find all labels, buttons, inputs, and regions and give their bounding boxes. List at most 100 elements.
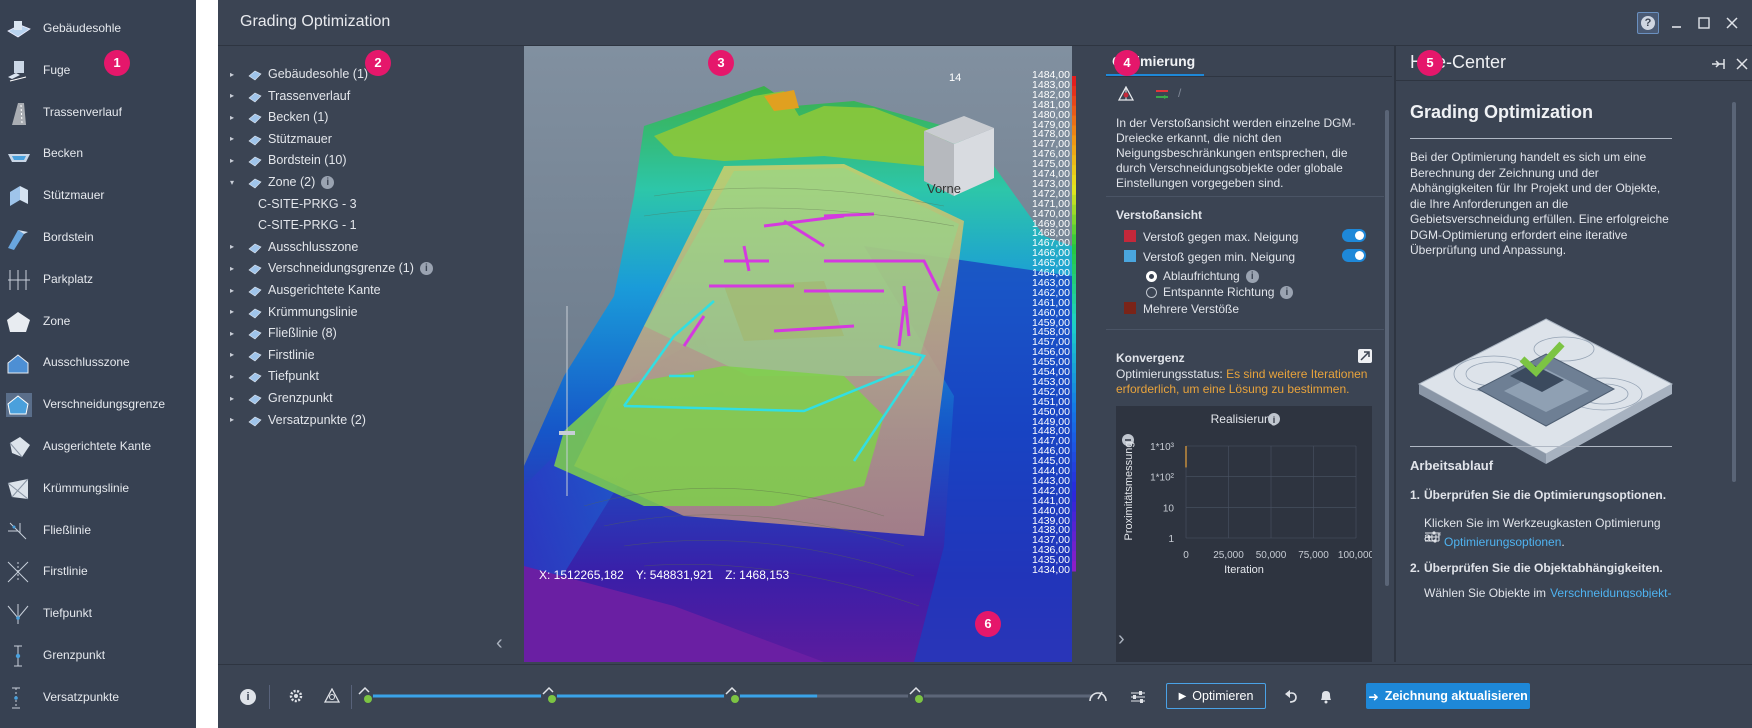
- violation-toggle[interactable]: [1342, 229, 1366, 242]
- info-icon[interactable]: i: [1245, 269, 1259, 283]
- toolbox-item-bordstein[interactable]: Bordstein: [0, 217, 196, 257]
- legend-color-band: [1072, 254, 1076, 265]
- toolbox-item-parkplatz[interactable]: Parkplatz: [0, 259, 196, 299]
- tree-item[interactable]: ▸ Trassenverlauf: [230, 85, 350, 107]
- toolbox-item-stützmauer[interactable]: Stützmauer: [0, 175, 196, 215]
- grading-illustration: [1417, 318, 1674, 464]
- expand-caret-icon[interactable]: ▸: [230, 113, 242, 122]
- legend-color-band: [1072, 145, 1076, 156]
- help-button[interactable]: ?: [1637, 12, 1659, 34]
- update-drawing-button[interactable]: ➜ Zeichnung aktualisieren: [1366, 683, 1530, 709]
- toolbox-item-becken[interactable]: Becken: [0, 133, 196, 173]
- expand-caret-icon[interactable]: ▸: [230, 415, 242, 424]
- expand-caret-icon[interactable]: ▸: [230, 156, 242, 165]
- 3d-viewport[interactable]: Vorne 14 X: 1512265,182 Y: 548831,921 Z:…: [524, 46, 1072, 662]
- expand-caret-icon[interactable]: ▸: [230, 329, 242, 338]
- minimize-button[interactable]: [1668, 14, 1686, 32]
- notification-bell-icon[interactable]: [1318, 688, 1334, 704]
- violation-toggle[interactable]: [1342, 249, 1366, 262]
- badge-1: 1: [104, 50, 130, 76]
- tree-item[interactable]: ▸ Gebäudesohle (1): [230, 63, 368, 85]
- expand-caret-icon[interactable]: ▸: [230, 286, 242, 295]
- coordinate-readout: X: 1512265,182 Y: 548831,921 Z: 1468,153: [539, 568, 789, 582]
- legend-color-band: [1072, 382, 1076, 394]
- tree-item[interactable]: ▸ Becken (1): [230, 106, 328, 128]
- panel-scrollbar[interactable]: [1385, 110, 1389, 586]
- tree-item[interactable]: ▾ Zone (2) i: [230, 171, 335, 193]
- violation-settings-icon[interactable]: [323, 687, 341, 704]
- toolbox-item-label: Trassenverlauf: [43, 104, 122, 119]
- tree-item[interactable]: ▸ Ausgerichtete Kante: [230, 279, 381, 301]
- tree-item[interactable]: ▸ Versatzpunkte (2): [230, 409, 366, 431]
- info-button-icon[interactable]: i: [240, 689, 256, 705]
- maximize-button[interactable]: [1695, 14, 1713, 32]
- options-icon: [1424, 530, 1442, 544]
- pin-panel-icon[interactable]: [1710, 56, 1726, 72]
- violation-view-icon[interactable]: [1117, 85, 1135, 102]
- tree-item-label: Ausschlusszone: [268, 239, 359, 254]
- tree-item[interactable]: ▸ Tiefpunkt: [230, 365, 319, 387]
- info-icon[interactable]: i: [1280, 285, 1294, 299]
- legend-color-band: [1072, 561, 1076, 572]
- toolbox-item-fließlinie[interactable]: Fließlinie: [0, 510, 196, 550]
- legend-color-band: [1072, 531, 1076, 542]
- toolbox-item-ausschlusszone[interactable]: Ausschlusszone: [0, 342, 196, 382]
- toolbox-item-firstlinie[interactable]: Firstlinie: [0, 551, 196, 591]
- toolbox-item-zone[interactable]: Zone: [0, 301, 196, 341]
- toolbox-item-krümmungslinie[interactable]: Krümmungslinie: [0, 468, 196, 508]
- toolbox-item-label: Versatzpunkte: [43, 689, 120, 704]
- toolbox-item-fuge[interactable]: Fuge: [0, 50, 196, 90]
- close-button[interactable]: [1723, 14, 1741, 32]
- expand-caret-icon[interactable]: ▸: [230, 394, 242, 403]
- tree-item[interactable]: ▸ Stützmauer: [230, 128, 332, 150]
- expand-caret-icon[interactable]: ▸: [230, 264, 242, 273]
- slope-arrows-icon[interactable]: [1154, 86, 1170, 102]
- toolbox-item-verschneidungsgrenze[interactable]: Verschneidungsgrenze: [0, 384, 196, 424]
- toolbox-item-grenzpunkt[interactable]: Grenzpunkt: [0, 635, 196, 675]
- expand-caret-icon[interactable]: ▸: [230, 372, 242, 381]
- tree-item[interactable]: ▸ Bordstein (10): [230, 149, 347, 171]
- optimization-options-link[interactable]: Optimierungsoptionen: [1444, 535, 1561, 549]
- workflow-heading: Arbeitsablauf: [1410, 458, 1494, 473]
- tree-item[interactable]: ▸ Ausschlusszone: [230, 236, 358, 258]
- info-icon[interactable]: i: [321, 175, 335, 189]
- expand-caret-icon[interactable]: ▸: [230, 70, 242, 79]
- tree-item[interactable]: ▸ Krümmungslinie: [230, 301, 358, 323]
- expand-chart-icon[interactable]: [1358, 349, 1372, 363]
- info-icon[interactable]: i: [419, 261, 433, 275]
- close-help-icon[interactable]: [1734, 56, 1750, 72]
- grading-object-link[interactable]: Verschneidungsobjekt-: [1550, 586, 1671, 598]
- toolbox-item-ausgerichtete-kante[interactable]: Ausgerichtete Kante: [0, 426, 196, 466]
- tree-item[interactable]: C-SITE-PRKG - 1: [230, 214, 357, 236]
- help-scrollbar[interactable]: [1732, 102, 1736, 482]
- legend-color-band: [1072, 551, 1076, 562]
- toolbox-item-versatzpunkte[interactable]: Versatzpunkte: [0, 677, 196, 717]
- expand-caret-icon[interactable]: ▾: [230, 178, 242, 187]
- tree-item[interactable]: ▸ Fließlinie (8): [230, 322, 337, 344]
- tree-item[interactable]: C-SITE-PRKG - 3: [230, 193, 357, 215]
- undo-icon[interactable]: [1283, 688, 1299, 704]
- tree-item[interactable]: ▸ Firstlinie: [230, 344, 315, 366]
- radio-relaxed-direction[interactable]: Entspannte Richtung i: [1146, 285, 1294, 299]
- expand-caret-icon[interactable]: ▸: [230, 134, 242, 143]
- toolbox-item-trassenverlauf[interactable]: Trassenverlauf: [0, 92, 196, 132]
- optimize-button[interactable]: ▶ Optimieren: [1166, 683, 1266, 709]
- tree-item[interactable]: ▸ Verschneidungsgrenze (1) i: [230, 257, 433, 279]
- collapse-tree-button[interactable]: ‹: [496, 632, 503, 655]
- tree-object-icon: [248, 283, 262, 297]
- window-title: Grading Optimization: [240, 13, 391, 30]
- sliders-icon[interactable]: [1130, 689, 1146, 705]
- toolbox-item-gebäudesohle[interactable]: Gebäudesohle: [0, 8, 196, 48]
- settings-gear-icon[interactable]: [288, 688, 304, 704]
- expand-panel-button[interactable]: ›: [1118, 628, 1125, 651]
- view-cube-label: Vorne: [927, 181, 961, 196]
- radio-flow-direction[interactable]: Ablaufrichtung i: [1146, 269, 1259, 283]
- expand-caret-icon[interactable]: ▸: [230, 350, 242, 359]
- toolbox-item-tiefpunkt[interactable]: Tiefpunkt: [0, 593, 196, 633]
- toolbox-item-label: Stützmauer: [43, 188, 105, 203]
- toolbox-item-label: Bordstein: [43, 230, 94, 244]
- expand-caret-icon[interactable]: ▸: [230, 91, 242, 100]
- expand-caret-icon[interactable]: ▸: [230, 242, 242, 251]
- tree-item[interactable]: ▸ Grenzpunkt: [230, 387, 333, 409]
- expand-caret-icon[interactable]: ▸: [230, 307, 242, 316]
